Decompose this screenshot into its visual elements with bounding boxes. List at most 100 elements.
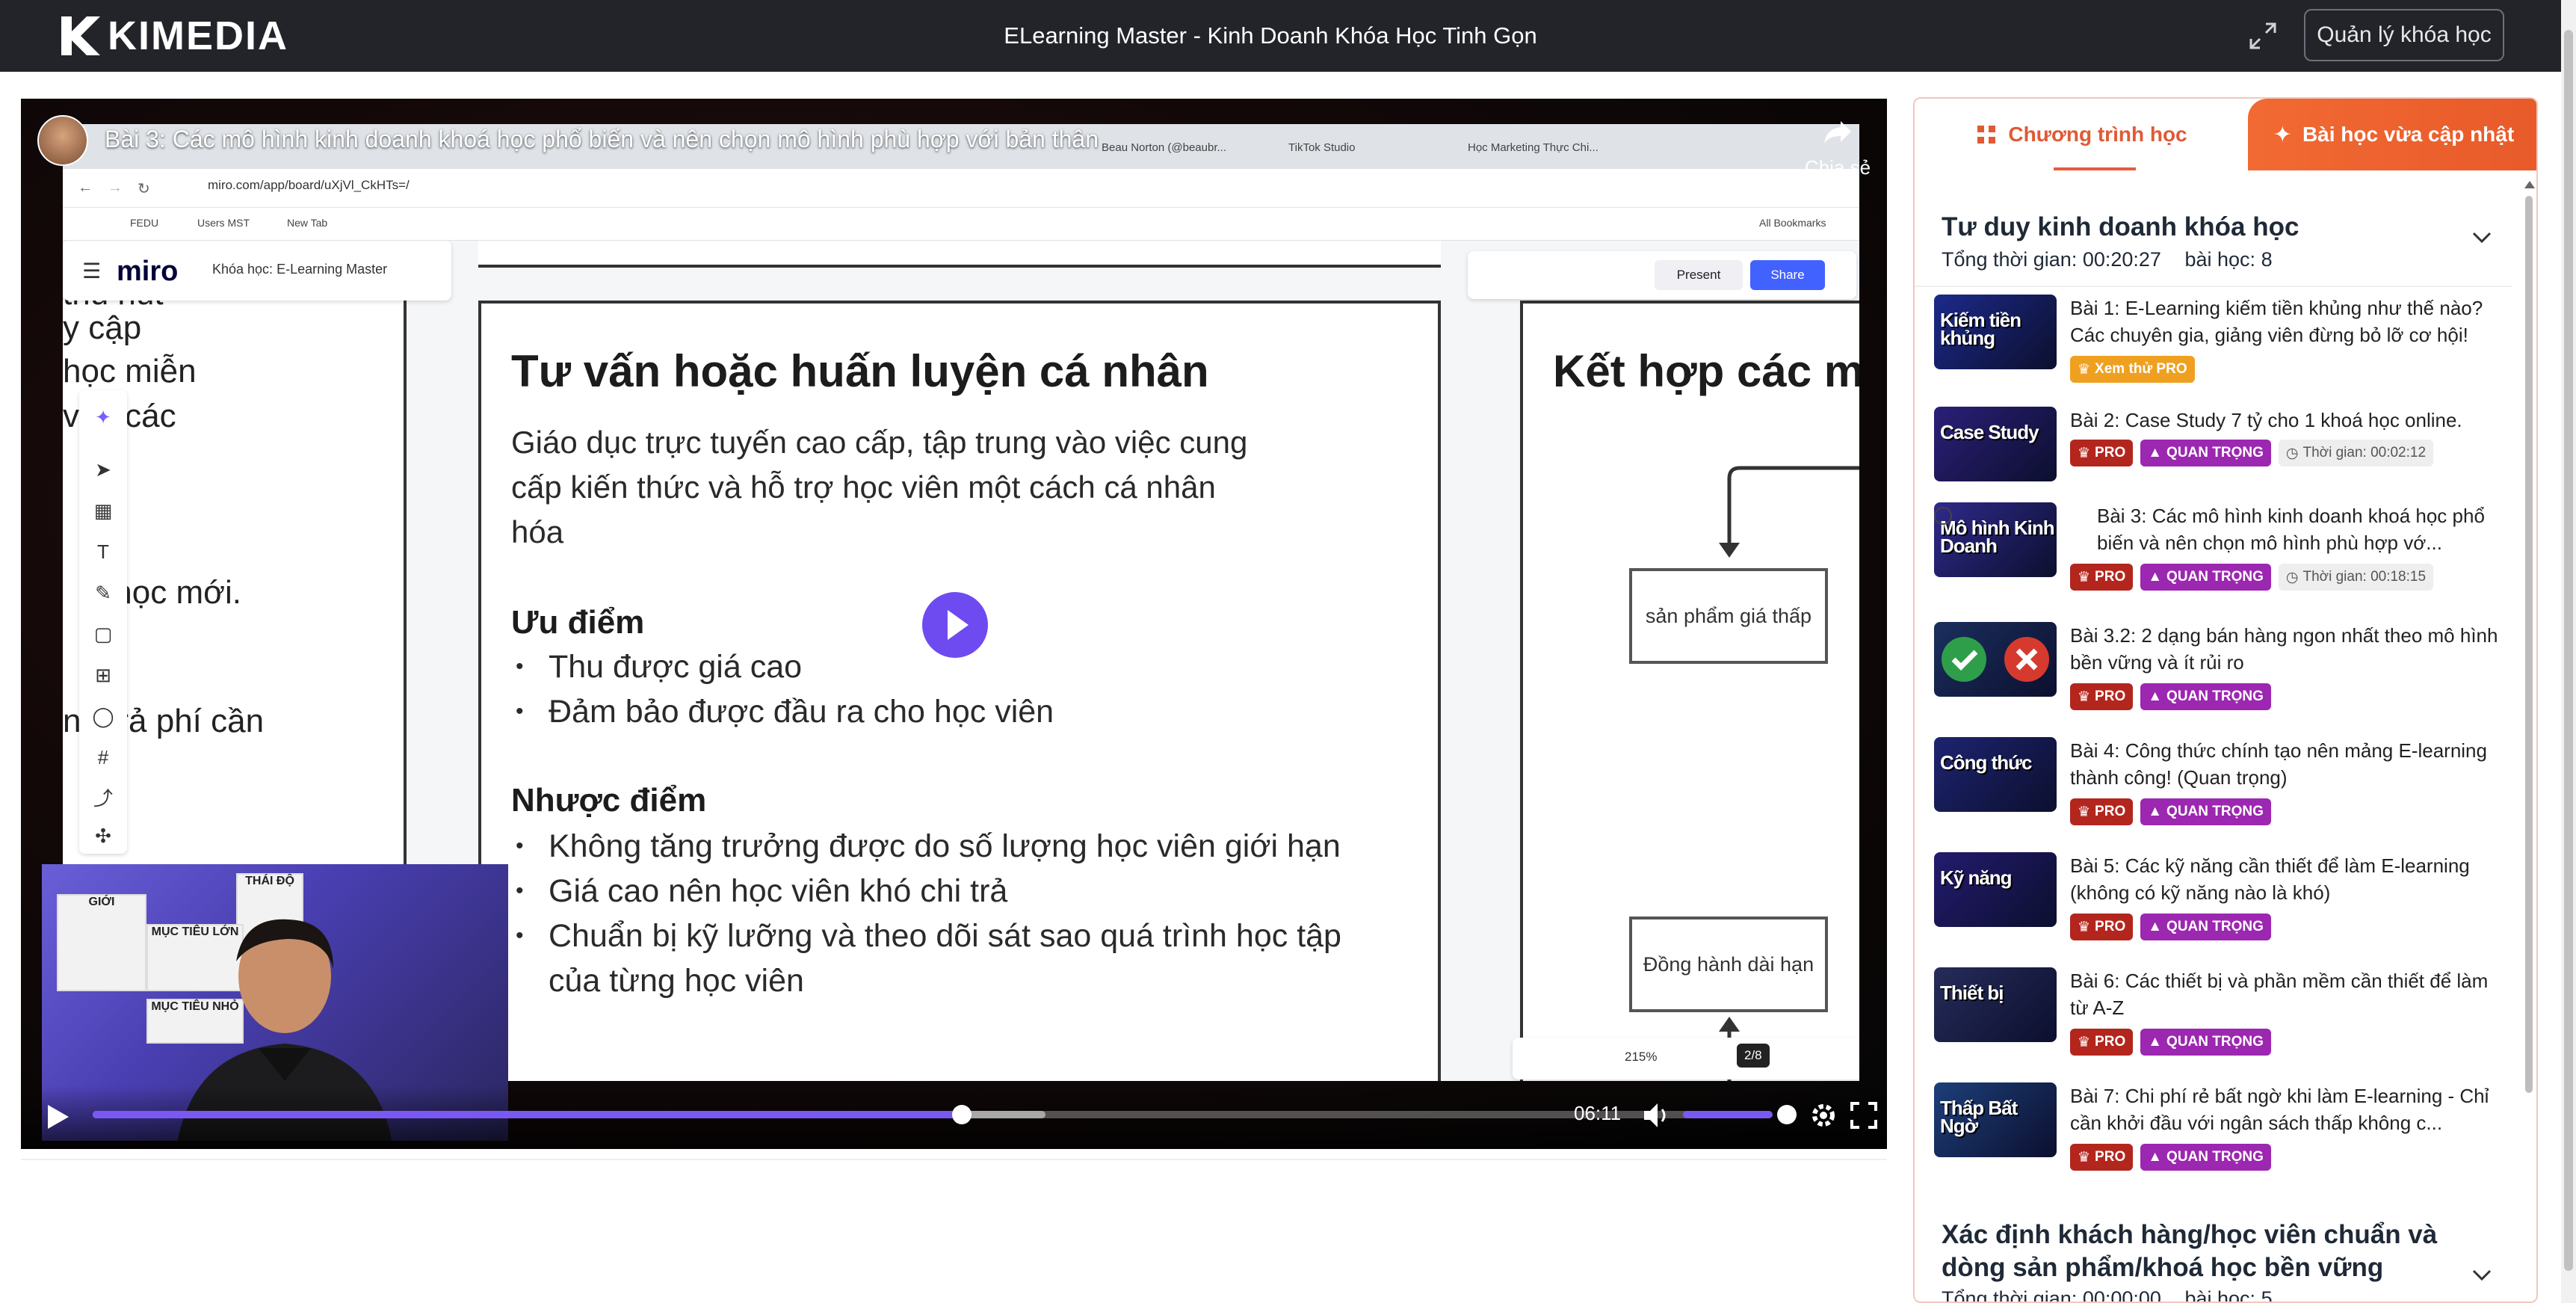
- bookmark: All Bookmarks: [1759, 217, 1826, 229]
- lesson-badges: ♛ PRO ▲ QUAN TRỌNG ◷ Thời gian: 00:18:15: [2070, 564, 2434, 591]
- browser-address-bar: ← → ↻ miro.com/app/board/uXjVl_CkHTs=/: [63, 169, 1859, 208]
- frame-above: [478, 241, 1441, 268]
- page-scrollbar[interactable]: [2561, 0, 2576, 1303]
- lesson-badges: ♛ PRO ▲ QUAN TRỌNG: [2070, 683, 2271, 710]
- lesson-badges: ♛ PRO ▲ QUAN TRỌNG ◷ Thời gian: 00:02:12: [2070, 440, 2434, 466]
- important-badge: ▲ QUAN TRỌNG: [2140, 1029, 2271, 1056]
- thumbnail-text: Thiết bị: [1940, 982, 2004, 1004]
- back-icon: ←: [78, 179, 93, 196]
- volume-handle[interactable]: [1777, 1105, 1797, 1124]
- pros-item: Thu được giá cao: [516, 644, 1430, 689]
- crown-icon: ♛: [2078, 689, 2091, 705]
- badge-text: QUAN TRỌNG: [2166, 445, 2264, 460]
- lesson-badges: ♛ Xem thử PRO: [2070, 356, 2195, 383]
- fullscreen-icon[interactable]: [1849, 1100, 1879, 1130]
- video-title[interactable]: Bài 3: Các mô hình kinh doanh khoá học p…: [105, 126, 1099, 153]
- miro-frame-combined: Kết hợp các m sản phẩm giá thấp Đồng hàn…: [1520, 301, 1859, 1081]
- section-title[interactable]: Xác định khách hàng/học viên chuẩn và dò…: [1942, 1219, 2480, 1284]
- pro-badge: ♛ PRO: [2070, 914, 2134, 940]
- center-play-icon[interactable]: [922, 592, 988, 658]
- progress-bar[interactable]: [93, 1105, 1764, 1124]
- lesson-item[interactable]: Case Study Bài 2: Case Study 7 tỷ cho 1 k…: [1934, 407, 2502, 517]
- present-button: Present: [1655, 260, 1743, 290]
- now-playing-icon: [1934, 507, 1952, 525]
- cons-item: Chuẩn bị kỹ lưỡng và theo dõi sát sao qu…: [516, 914, 1386, 1003]
- lesson-badges: ♛ PRO ▲ QUAN TRỌNG: [2070, 1029, 2271, 1056]
- expand-icon[interactable]: [2245, 18, 2281, 54]
- duration-badge: ◷ Thời gian: 00:02:12: [2278, 440, 2434, 466]
- lesson-item[interactable]: Công thức Bài 4: Công thức chính tạo nên …: [1934, 737, 2502, 848]
- warning-icon: ▲: [2148, 445, 2163, 460]
- lesson-item[interactable]: Bài 3.2: 2 dạng bán hàng ngon nhất theo …: [1934, 622, 2502, 733]
- lesson-title: Bài 6: Các thiết bị và phần mềm cần thiế…: [2070, 970, 2489, 1019]
- sidebar-scroll-thumb[interactable]: [2525, 196, 2533, 1093]
- bookmark: Users MST: [197, 217, 250, 229]
- settings-gear-icon[interactable]: [1807, 1099, 1840, 1132]
- lesson-thumbnail: Thấp Bất Ngờ: [1934, 1082, 2057, 1157]
- chevron-down-icon[interactable]: [2469, 224, 2495, 250]
- comment-icon: ◯: [92, 705, 114, 727]
- progress-handle[interactable]: [951, 1105, 972, 1124]
- lessons-count: 8: [2261, 248, 2273, 271]
- bookmarks-bar: FEDU Users MST New Tab All Bookmarks: [63, 208, 1859, 241]
- pro-badge: ♛ PRO: [2070, 683, 2134, 710]
- channel-avatar[interactable]: [37, 115, 88, 166]
- menu-icon: ☰: [82, 259, 102, 283]
- miro-topbar-right: Present Share: [1468, 251, 1856, 299]
- crown-icon: ♛: [2078, 445, 2091, 461]
- lesson-item[interactable]: Kiếm tiền khủng Bài 1: E-Learning kiếm ti…: [1934, 295, 2502, 405]
- tab-label: Chương trình học: [2008, 123, 2187, 146]
- pro-badge: ♛ PRO: [2070, 1029, 2134, 1056]
- total-time: 00:00:00: [2082, 1287, 2161, 1303]
- miro-logo: miro: [117, 256, 179, 287]
- lesson-thumbnail: Công thức: [1934, 737, 2057, 812]
- badge-text: Thời gian: 00:18:15: [2302, 569, 2427, 585]
- lesson-thumbnail: [1934, 622, 2057, 697]
- connector-arrow: [1719, 466, 1859, 558]
- bookmark: FEDU: [130, 217, 159, 229]
- crown-icon: ♛: [2078, 361, 2091, 378]
- page-scroll-thumb[interactable]: [2564, 30, 2573, 1271]
- lesson-item[interactable]: Thấp Bất Ngờ Bài 7: Chi phí rẻ bất ngờ kh…: [1934, 1082, 2502, 1193]
- lesson-thumbnail: Thiết bị: [1934, 967, 2057, 1042]
- tab-recent-lessons[interactable]: ✦ Bài học vừa cập nhật: [2248, 99, 2536, 170]
- lesson-title: Bài 5: Các kỹ năng cần thiết để làm E-le…: [2070, 854, 2470, 904]
- sparkle-icon: ✦: [95, 406, 111, 428]
- connector-icon: ⤴: [93, 787, 113, 810]
- fragment-text: y cập: [63, 309, 142, 346]
- pro-badge: ♛ PRO: [2070, 798, 2134, 825]
- cons-heading: Nhược điểm: [511, 782, 707, 819]
- volume-slider[interactable]: [1683, 1111, 1773, 1118]
- volume-icon[interactable]: [1640, 1099, 1672, 1132]
- chevron-down-icon[interactable]: [2469, 1262, 2495, 1287]
- lesson-item[interactable]: Mô hình Kinh Doanh Bài 3: Các mô hình kin…: [1934, 502, 2502, 613]
- video-share[interactable]: Chia sẻ: [1797, 115, 1879, 190]
- share-icon: [1824, 121, 1851, 144]
- crown-icon: ♛: [2078, 1149, 2091, 1165]
- section-title[interactable]: Tư duy kinh doanh khóa học: [1942, 212, 2299, 242]
- warning-icon: ▲: [2148, 919, 2163, 934]
- frame-description: Giáo dục trực tuyến cao cấp, tập trung v…: [511, 425, 1248, 549]
- badge-text: PRO: [2095, 689, 2126, 704]
- tab-label: Bài học vừa cập nhật: [2302, 123, 2515, 146]
- course-sidebar: Chương trình học ✦ Bài học vừa cập nhật …: [1913, 97, 2538, 1303]
- thumbnail-text: Công thức: [1940, 751, 2032, 774]
- crown-icon: ♛: [2078, 1034, 2091, 1050]
- lesson-thumbnail: Mô hình Kinh Doanh: [1934, 502, 2057, 577]
- warning-icon: ▲: [2148, 1034, 2163, 1050]
- sidebar-scrollbar[interactable]: [2521, 181, 2536, 1302]
- sticky-icon: ▢: [93, 623, 113, 645]
- manage-course-button[interactable]: Quản lý khóa học: [2304, 9, 2504, 61]
- badge-text: QUAN TRỌNG: [2166, 569, 2264, 585]
- badge-text: QUAN TRỌNG: [2166, 1149, 2264, 1165]
- video-player[interactable]: Beau Norton (@beaubr... TikTok Studio Họ…: [21, 99, 1887, 1149]
- lesson-item[interactable]: Kỹ năng Bài 5: Các kỹ năng cần thiết để l…: [1934, 852, 2502, 963]
- kimedia-logo[interactable]: KIMEDIA: [58, 10, 288, 61]
- tab-curriculum[interactable]: Chương trình học: [1915, 99, 2248, 170]
- progress-played: [93, 1111, 962, 1118]
- play-icon[interactable]: [42, 1102, 72, 1132]
- pros-item: Đảm bảo được đầu ra cho học viên: [516, 689, 1430, 734]
- below-video-area: [21, 1159, 1887, 1303]
- trial-badge: ♛ Xem thử PRO: [2070, 356, 2195, 383]
- lesson-item[interactable]: Thiết bị Bài 6: Các thiết bị và phần mềm …: [1934, 967, 2502, 1078]
